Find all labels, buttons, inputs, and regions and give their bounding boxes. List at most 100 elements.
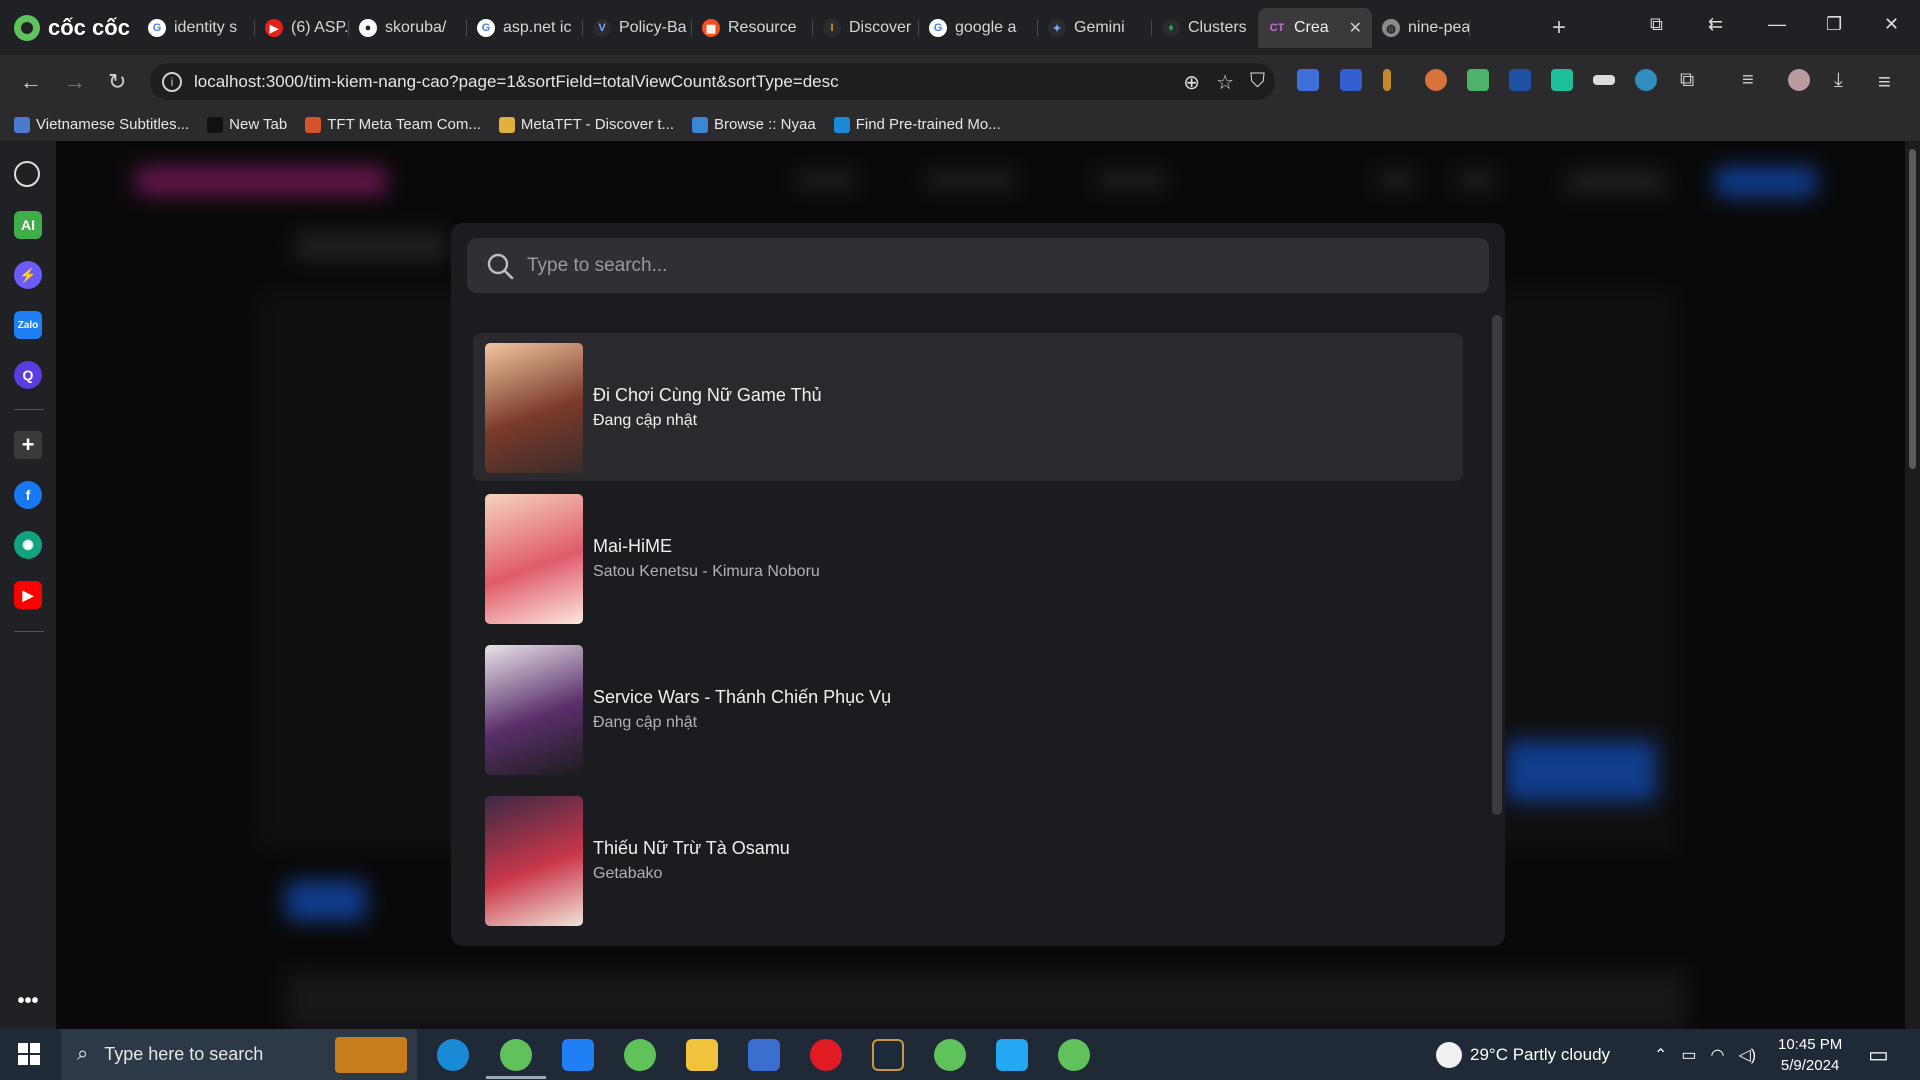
- search-box[interactable]: [467, 238, 1489, 293]
- windows-start-icon[interactable]: [18, 1043, 40, 1065]
- coccoc-profile-icon[interactable]: [934, 1039, 966, 1071]
- league-client-icon[interactable]: [872, 1039, 904, 1071]
- wifi-icon[interactable]: ◠: [1711, 1045, 1725, 1065]
- battery-icon[interactable]: ▭: [1681, 1045, 1696, 1065]
- page-scrollbar[interactable]: [1905, 141, 1920, 1029]
- chatgpt-icon[interactable]: ✺: [14, 531, 42, 559]
- tray-chevron-icon[interactable]: ⌃: [1654, 1045, 1667, 1065]
- coccoc-window-icon[interactable]: [1058, 1039, 1090, 1071]
- result-title[interactable]: Đi Chơi Cùng Nữ Game Thủ: [593, 385, 822, 406]
- tab-item[interactable]: ● skoruba/: [349, 8, 467, 48]
- search-result-item[interactable]: Mai-HiME Satou Kenetsu - Kimura Noboru: [473, 484, 1463, 632]
- search-result-item[interactable]: Đi Chơi Cùng Nữ Game Thủ Đang cập nhật: [473, 333, 1463, 481]
- search-input[interactable]: [525, 253, 1429, 278]
- tab-item[interactable]: V Policy-Ba: [583, 8, 692, 48]
- reload-button[interactable]: ↻: [108, 69, 126, 95]
- clock[interactable]: 10:45 PM 5/9/2024: [1778, 1029, 1842, 1080]
- bookmark-item[interactable]: MetaTFT - Discover t...: [498, 116, 674, 133]
- back-history-icon[interactable]: ⇇: [1708, 14, 1723, 35]
- tab-item[interactable]: Gasp.net ic: [467, 8, 583, 48]
- coccoc-logo[interactable]: cốc cốc: [14, 13, 130, 43]
- tab-favicon-icon: ◍: [1382, 19, 1400, 37]
- tab-item[interactable]: ✦ Gemini: [1038, 8, 1152, 48]
- volume-icon[interactable]: ◁): [1739, 1045, 1757, 1065]
- mail-icon[interactable]: [562, 1039, 594, 1071]
- text-extension-icon[interactable]: [1383, 69, 1391, 91]
- restore-button[interactable]: ❐: [1826, 14, 1842, 35]
- bookmark-item[interactable]: TFT Meta Team Com...: [305, 116, 481, 133]
- manga-cover-image[interactable]: [485, 796, 583, 926]
- facebook-icon[interactable]: f: [14, 481, 42, 509]
- coccoc-alt-icon[interactable]: [624, 1039, 656, 1071]
- file-explorer-icon[interactable]: [686, 1039, 718, 1071]
- result-title[interactable]: Service Wars - Thánh Chiến Phục Vụ: [593, 687, 891, 708]
- mustache-extension-icon[interactable]: [1593, 75, 1615, 85]
- more-icon[interactable]: •••: [14, 987, 42, 1015]
- manga-cover-image[interactable]: [485, 343, 583, 473]
- bookmark-item[interactable]: New Tab: [207, 116, 287, 133]
- zoom-icon[interactable]: ⊕: [1183, 70, 1200, 95]
- tab-item[interactable]: CT Crea ✕: [1258, 8, 1372, 48]
- back-button[interactable]: ←: [20, 69, 42, 95]
- q-app-icon[interactable]: Q: [14, 361, 42, 389]
- edge-icon[interactable]: [437, 1039, 469, 1071]
- tab-item[interactable]: ◍ nine-pea: [1372, 8, 1470, 48]
- search-result-item[interactable]: Thiếu Nữ Trừ Tà Osamu Getabako: [473, 786, 1463, 934]
- network-app-icon[interactable]: [748, 1039, 780, 1071]
- history-icon[interactable]: [14, 161, 40, 187]
- close-tab-icon[interactable]: ✕: [1349, 18, 1362, 38]
- profile-avatar[interactable]: [1788, 69, 1810, 91]
- search-result-item[interactable]: Service Wars - Thánh Chiến Phục Vụ Đang c…: [473, 635, 1463, 783]
- page-scrollbar-thumb[interactable]: [1909, 149, 1916, 469]
- result-title[interactable]: Mai-HiME: [593, 536, 672, 557]
- stack-extension-icon[interactable]: [1467, 69, 1489, 91]
- forward-button[interactable]: →: [64, 69, 86, 95]
- bookmark-star-icon[interactable]: ☆: [1216, 70, 1234, 95]
- sidebar-divider: [14, 631, 44, 632]
- manga-cover-image[interactable]: [485, 494, 583, 624]
- tab-item[interactable]: Gidentity s: [138, 8, 255, 48]
- playlist-icon[interactable]: ≡: [1742, 69, 1754, 92]
- new-tab-button[interactable]: +: [1552, 14, 1566, 42]
- cookie-extension-icon[interactable]: [1425, 69, 1447, 91]
- menu-icon[interactable]: ≡: [1878, 69, 1891, 95]
- bitwarden-extension-icon[interactable]: [1340, 69, 1362, 91]
- results-scrollbar[interactable]: [1492, 315, 1502, 815]
- vscode-icon[interactable]: [996, 1039, 1028, 1071]
- messenger-icon[interactable]: ⚡: [14, 261, 42, 289]
- url-text[interactable]: localhost:3000/tim-kiem-nang-cao?page=1&…: [194, 72, 839, 92]
- sync-extension-icon[interactable]: [1635, 69, 1657, 91]
- taskbar-search[interactable]: ⌕ Type here to search: [61, 1029, 417, 1080]
- manga-cover-image[interactable]: [485, 645, 583, 775]
- tab-item[interactable]: I Discover: [813, 8, 919, 48]
- tab-item[interactable]: ▶ (6) ASP.N: [255, 8, 349, 48]
- translate-extension-icon[interactable]: [1297, 69, 1319, 91]
- j-extension-icon[interactable]: [1509, 69, 1531, 91]
- tab-item[interactable]: ♦ Clusters: [1152, 8, 1258, 48]
- zalo-icon[interactable]: Zalo: [14, 311, 42, 339]
- tab-favicon-icon: G: [477, 19, 495, 37]
- site-info-icon[interactable]: i: [162, 71, 182, 92]
- bookmark-item[interactable]: Find Pre-trained Mo...: [833, 116, 1001, 133]
- red-app-icon[interactable]: [810, 1039, 842, 1071]
- bookmark-item[interactable]: Vietnamese Subtitles...: [14, 116, 189, 133]
- youtube-icon[interactable]: ▶: [14, 581, 42, 609]
- download-icon[interactable]: ⤓: [1834, 69, 1843, 92]
- result-title[interactable]: Thiếu Nữ Trừ Tà Osamu: [593, 838, 790, 859]
- weather-widget[interactable]: 29°C Partly cloudy: [1436, 1029, 1610, 1080]
- ai-assistant-icon[interactable]: AI: [14, 211, 42, 239]
- address-bar[interactable]: i localhost:3000/tim-kiem-nang-cao?page=…: [150, 63, 1275, 100]
- tab-item[interactable]: ▦ Resource: [692, 8, 813, 48]
- tab-search-icon[interactable]: ⧉: [1650, 14, 1663, 35]
- coccoc-taskbar-icon[interactable]: [500, 1039, 532, 1071]
- tab-item[interactable]: Ggoogle a: [919, 8, 1038, 48]
- bookmark-item[interactable]: Browse :: Nyaa: [691, 116, 816, 133]
- notifications-icon[interactable]: ▭: [1868, 1029, 1889, 1080]
- minimize-button[interactable]: —: [1768, 14, 1786, 35]
- tab-label: identity s: [174, 19, 238, 36]
- extensions-puzzle-icon[interactable]: ⧉: [1680, 69, 1694, 92]
- add-app-icon[interactable]: +: [14, 431, 42, 459]
- close-window-button[interactable]: ✕: [1884, 14, 1899, 35]
- shield-icon[interactable]: ⛉: [1250, 70, 1265, 95]
- hd-extension-icon[interactable]: [1551, 69, 1573, 91]
